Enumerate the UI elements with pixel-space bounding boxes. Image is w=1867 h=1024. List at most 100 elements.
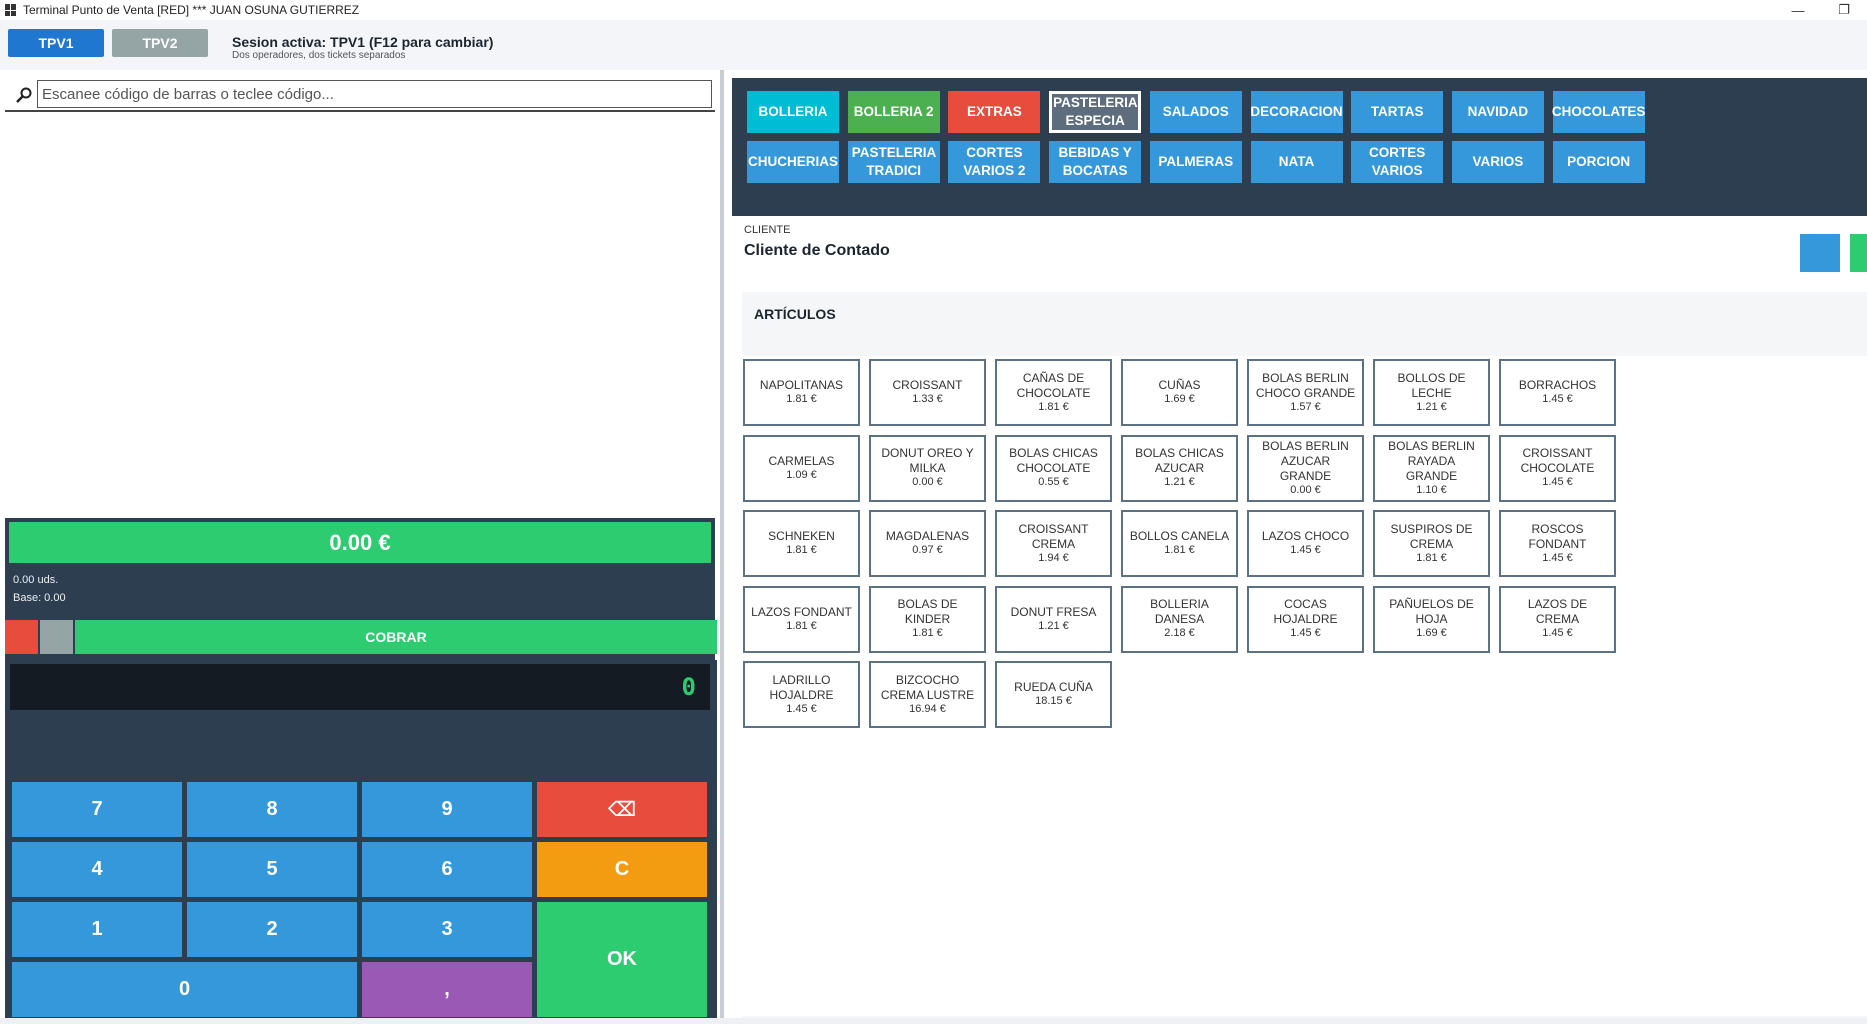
article-name: BOLAS CHICAS CHOCOLATE [1009,446,1098,476]
article-name: LAZOS FONDANT [751,604,852,619]
article-name: CROISSANT [892,378,963,393]
article-name: CARMELAS [768,453,835,468]
article-name: CROISSANT CHOCOLATE [1520,446,1595,476]
key-3[interactable]: 3 [362,902,532,957]
article-button[interactable]: BOLAS BERLIN AZUCAR GRANDE 0.00 € [1247,434,1364,502]
article-button[interactable]: BOLAS CHICAS AZUCAR 1.21 € [1121,434,1238,502]
article-button[interactable]: BOLAS BERLIN RAYADA GRANDE 1.10 € [1373,434,1490,502]
article-button[interactable]: CROISSANT 1.33 € [869,359,986,426]
total-amount: 0.00 € [9,522,711,563]
select-client-button[interactable] [1800,234,1840,272]
article-price: 1.81 € [786,393,817,406]
article-button[interactable]: BOLAS BERLIN CHOCO GRANDE 1.57 € [1247,359,1364,426]
article-button[interactable]: PAÑUELOS DE HOJA 1.69 € [1373,585,1490,653]
article-button[interactable]: CARMELAS 1.09 € [743,434,860,502]
article-button[interactable]: LADRILLO HOJALDRE 1.45 € [743,661,860,728]
article-button[interactable]: DONUT FRESA 1.21 € [995,585,1112,653]
article-button[interactable]: COCAS HOJALDRE 1.45 € [1247,585,1364,653]
article-price: 1.21 € [1038,619,1069,632]
article-price: 0.55 € [1038,476,1069,489]
delete-line-button[interactable] [5,620,38,654]
category-button[interactable]: PASTELERIA TRADICI [847,141,940,183]
article-button[interactable]: BORRACHOS 1.45 € [1499,359,1616,426]
article-button[interactable]: LAZOS CHOCO 1.45 € [1247,510,1364,577]
article-price: 1.09 € [786,468,817,481]
article-price: 16.94 € [909,702,946,715]
article-name: CROISSANT CREMA [1018,521,1089,551]
backspace-key[interactable]: ⌫ [537,782,707,837]
category-button[interactable]: PALMERAS [1149,141,1242,183]
article-button[interactable]: BOLLOS DE LECHE 1.21 € [1373,359,1490,426]
articles-header: ARTÍCULOS [754,306,836,322]
clear-key[interactable]: C [537,842,707,897]
article-name: NAPOLITANAS [759,378,844,393]
article-button[interactable]: BIZCOCHO CREMA LUSTRE 16.94 € [869,661,986,728]
article-price: 1.57 € [1290,400,1321,413]
secondary-action-button[interactable] [40,620,73,654]
tab-tpv1[interactable]: TPV1 [8,29,104,57]
article-button[interactable]: DONUT OREO Y MILKA 0.00 € [869,434,986,502]
article-button[interactable]: SCHNEKEN 1.81 € [743,510,860,577]
category-button[interactable]: SALADOS [1149,91,1242,133]
key-4[interactable]: 4 [12,842,182,897]
key-1[interactable]: 1 [12,902,182,957]
article-name: BORRACHOS [1518,378,1597,393]
key-2[interactable]: 2 [187,902,357,957]
key-6[interactable]: 6 [362,842,532,897]
cobrar-button[interactable]: COBRAR [75,620,717,654]
key-7[interactable]: 7 [12,782,182,837]
category-button[interactable]: NATA [1250,141,1343,183]
barcode-search-input[interactable] [37,80,712,108]
key-9[interactable]: 9 [362,782,532,837]
search-row [5,78,715,112]
category-button[interactable]: CHOCOLATES [1552,91,1645,133]
category-button[interactable]: CORTES VARIOS 2 [948,141,1041,183]
comma-key[interactable]: , [362,962,532,1017]
article-button[interactable]: CAÑAS DE CHOCOLATE 1.81 € [995,359,1112,426]
article-button[interactable]: LAZOS DE CREMA 1.45 € [1499,585,1616,653]
key-0[interactable]: 0 [12,962,357,1017]
article-button[interactable]: ROSCOS FONDANT 1.45 € [1499,510,1616,577]
ok-key[interactable]: OK [537,902,707,1017]
article-name: LADRILLO HOJALDRE [769,672,834,702]
article-button[interactable]: CROISSANT CREMA 1.94 € [995,510,1112,577]
article-button[interactable]: BOLAS CHICAS CHOCOLATE 0.55 € [995,434,1112,502]
category-button[interactable]: NAVIDAD [1451,91,1544,133]
article-button[interactable]: MAGDALENAS 0.97 € [869,510,986,577]
article-price: 1.69 € [1416,627,1447,640]
article-button[interactable]: BOLLOS CANELA 1.81 € [1121,510,1238,577]
key-8[interactable]: 8 [187,782,357,837]
article-name: DONUT FRESA [1010,604,1097,619]
client-label: CLIENTE [744,224,791,236]
article-price: 0.00 € [1290,483,1321,496]
key-5[interactable]: 5 [187,842,357,897]
article-button[interactable]: CUÑAS 1.69 € [1121,359,1238,426]
category-button[interactable]: TARTAS [1351,91,1444,133]
category-button[interactable]: BEBIDAS Y BOCATAS [1049,141,1142,183]
restore-button[interactable]: ❐ [1821,0,1867,20]
article-name: RUEDA CUÑA [1014,680,1093,695]
minimize-button[interactable]: — [1775,0,1821,20]
category-button[interactable]: BOLLERIA [747,91,839,133]
category-button[interactable]: PASTELERIA ESPECIA [1049,91,1142,133]
category-button[interactable]: CORTES VARIOS [1351,141,1444,183]
article-price: 1.45 € [1542,627,1573,640]
tab-tpv2[interactable]: TPV2 [112,29,208,57]
article-button[interactable]: BOLLERIA DANESA 2.18 € [1121,585,1238,653]
category-button[interactable]: EXTRAS [948,91,1041,133]
article-button[interactable]: NAPOLITANAS 1.81 € [743,359,860,426]
article-button[interactable]: BOLAS DE KINDER 1.81 € [869,585,986,653]
category-button[interactable]: DECORACION [1250,91,1343,133]
article-button[interactable]: RUEDA CUÑA 18.15 € [995,661,1112,728]
article-button[interactable]: CROISSANT CHOCOLATE 1.45 € [1499,434,1616,502]
category-button[interactable]: VARIOS [1451,141,1544,183]
article-name: SCHNEKEN [768,529,835,544]
article-button[interactable]: LAZOS FONDANT 1.81 € [743,585,860,653]
article-price: 1.94 € [1038,551,1069,564]
article-price: 1.45 € [786,702,817,715]
category-button[interactable]: PORCION [1552,141,1645,183]
category-button[interactable]: CHUCHERIAS [747,141,839,183]
article-button[interactable]: SUSPIROS DE CREMA 1.81 € [1373,510,1490,577]
category-button[interactable]: BOLLERIA 2 [847,91,940,133]
new-client-button[interactable] [1850,234,1867,272]
